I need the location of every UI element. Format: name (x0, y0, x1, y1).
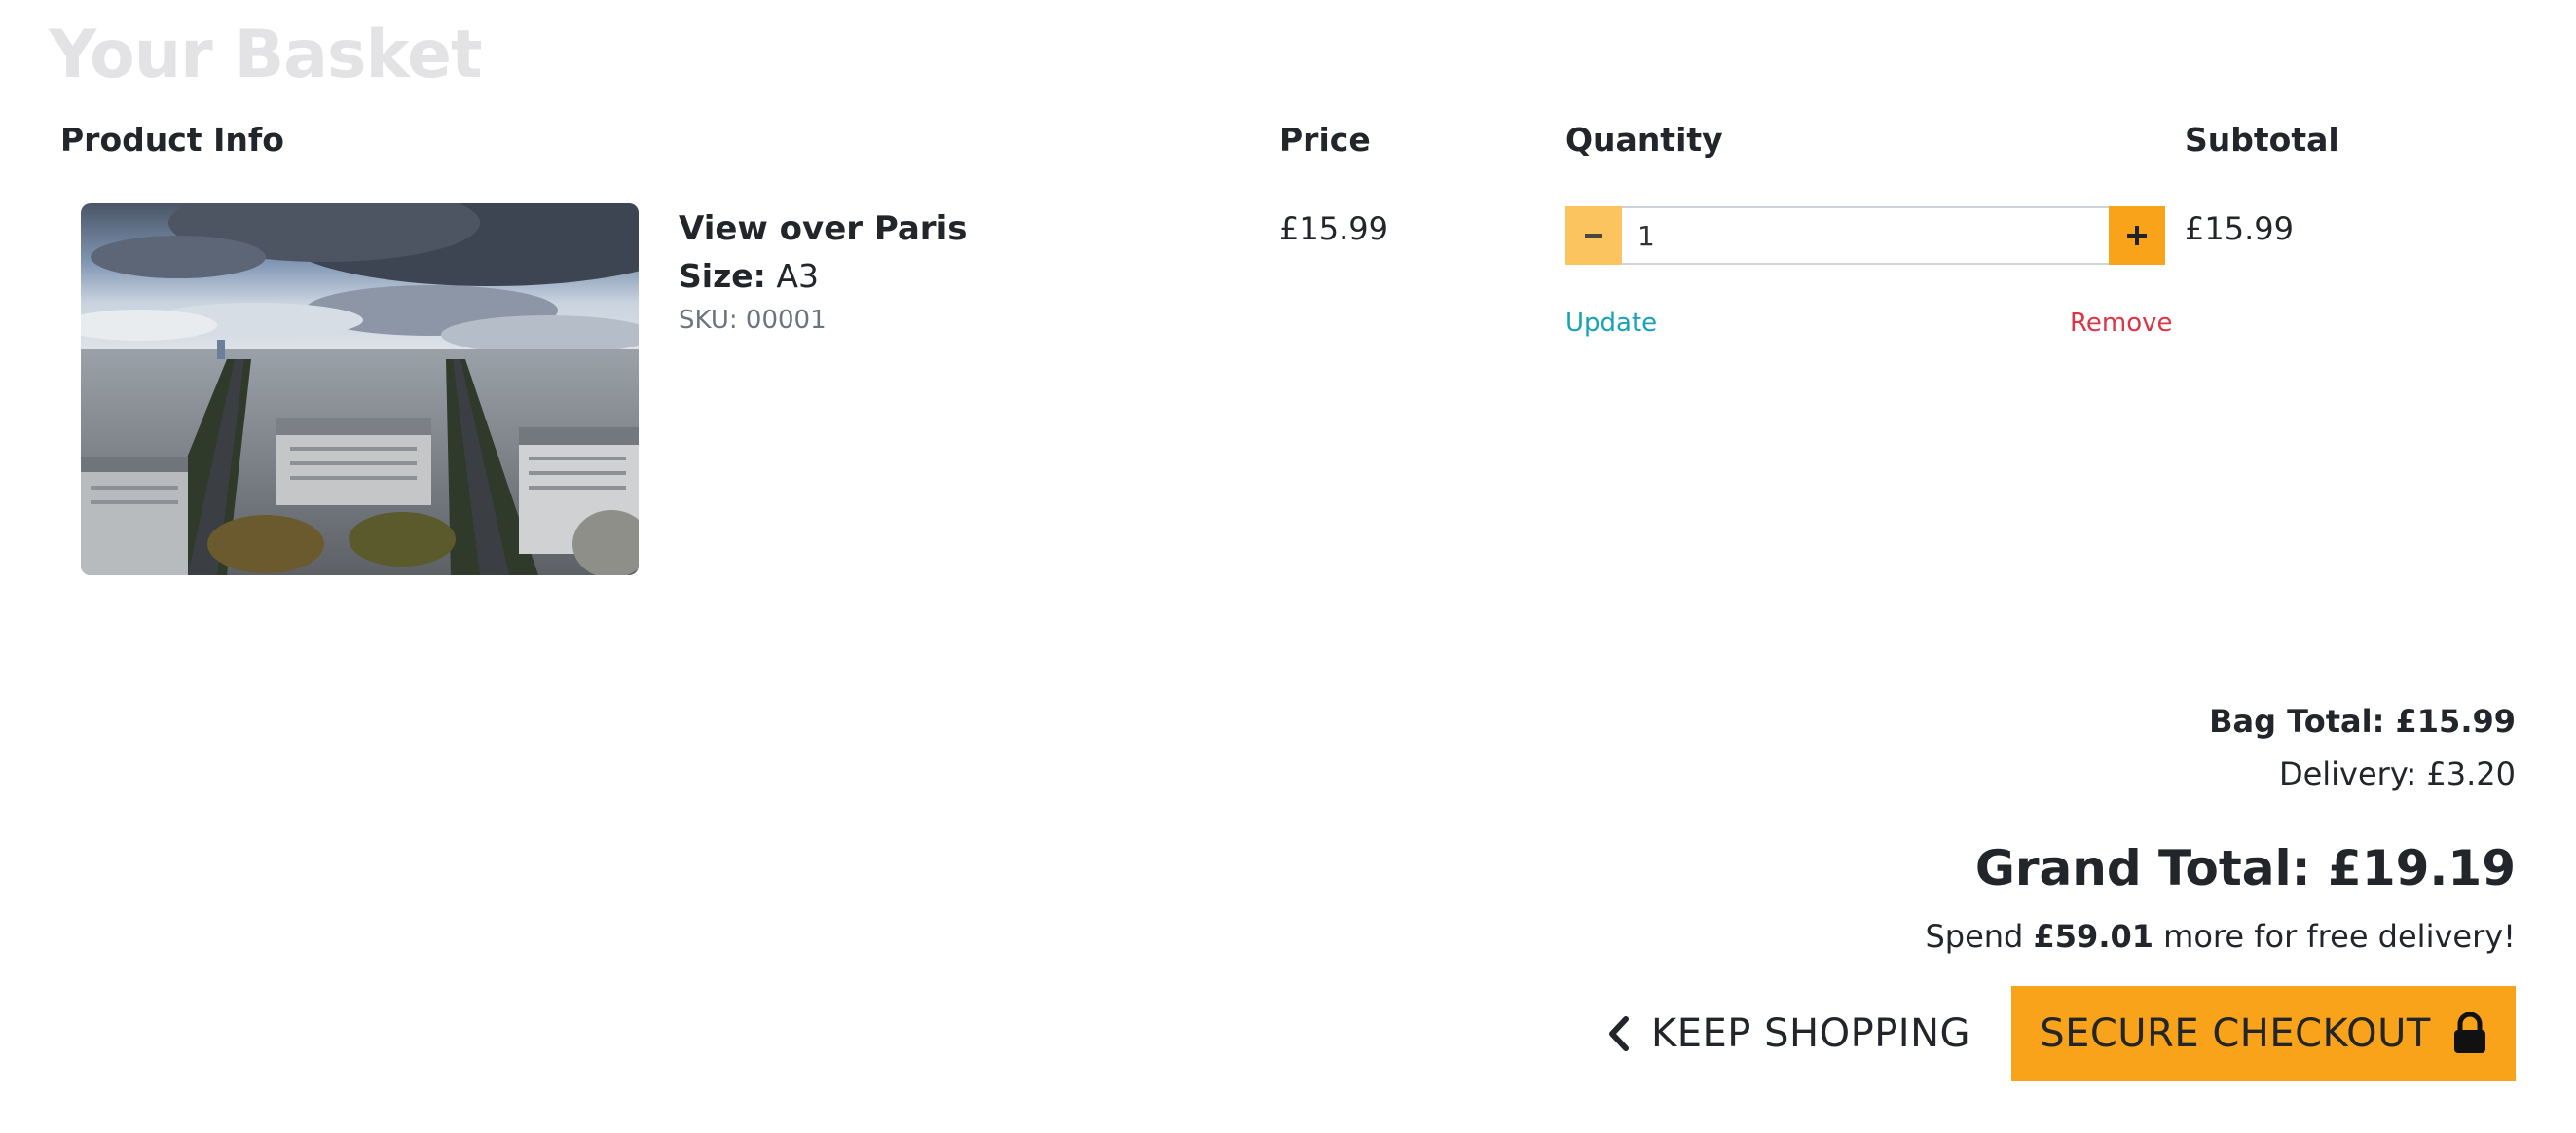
minus-icon (1585, 234, 1602, 238)
quantity-input[interactable] (1622, 206, 2109, 265)
plus-icon (2127, 226, 2147, 245)
free-delivery-prefix: Spend (1925, 918, 2024, 955)
update-link[interactable]: Update (1565, 306, 1657, 341)
lock-icon (2453, 1012, 2485, 1053)
product-sku: SKU: 00001 (679, 306, 827, 335)
bag-total: Bag Total: £15.99 (2209, 703, 2516, 740)
free-delivery-suffix: more for free delivery! (2163, 918, 2516, 955)
quantity-decrease-button[interactable] (1565, 206, 1622, 265)
column-header-subtotal: Subtotal (2185, 121, 2339, 159)
quantity-stepper (1565, 206, 2165, 265)
secure-checkout-button[interactable]: SECURE CHECKOUT (2011, 986, 2516, 1081)
quantity-increase-button[interactable] (2109, 206, 2165, 265)
delivery-cost: Delivery: £3.20 (2278, 755, 2516, 792)
column-header-price: Price (1279, 121, 1371, 159)
product-image[interactable] (81, 203, 639, 575)
free-delivery-amount: £59.01 (2033, 918, 2153, 955)
keep-shopping-label: KEEP SHOPPING (1651, 1011, 1971, 1056)
page-title: Your Basket (49, 17, 483, 93)
product-size-label: Size: (679, 257, 766, 295)
column-header-quantity: Quantity (1565, 121, 1723, 159)
product-name[interactable]: View over Paris (679, 207, 967, 250)
column-header-product: Product Info (60, 121, 284, 159)
basket-page: Your Basket Product Info Price Quantity … (0, 0, 2576, 1133)
product-subtotal: £15.99 (2185, 210, 2294, 247)
chevron-left-icon (1609, 1016, 1629, 1051)
product-price: £15.99 (1279, 210, 1388, 247)
grand-total: Grand Total: £19.19 (1974, 840, 2516, 896)
product-size: Size: A3 (679, 255, 819, 298)
remove-link[interactable]: Remove (2070, 306, 2173, 341)
secure-checkout-label: SECURE CHECKOUT (2040, 1011, 2431, 1056)
product-size-value: A3 (776, 257, 819, 295)
free-delivery-message: Spend £59.01 more for free delivery! (1925, 915, 2516, 958)
keep-shopping-button[interactable]: KEEP SHOPPING (1606, 986, 1970, 1081)
